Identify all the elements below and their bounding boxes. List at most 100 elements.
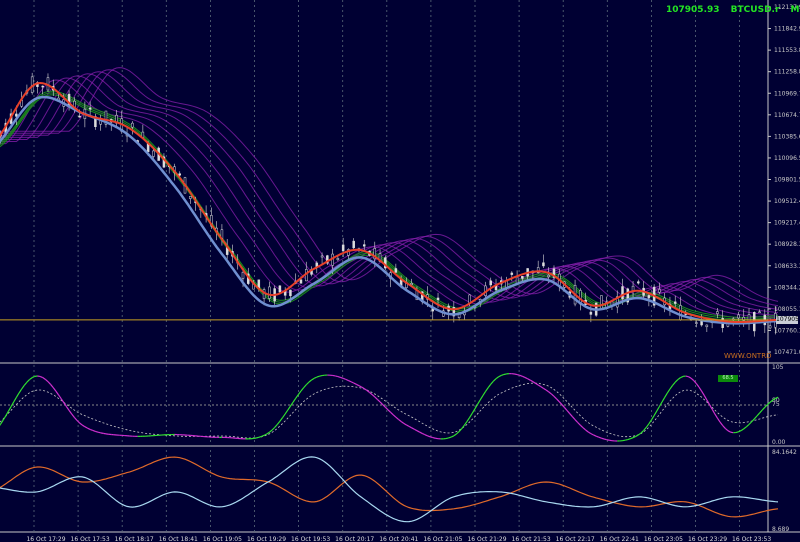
- candle-body: [589, 311, 593, 315]
- oscillator-segment: [685, 375, 689, 378]
- oscillator-value-tag: 68.5: [718, 375, 738, 382]
- time-axis-label: 16 Oct 21:05: [423, 536, 462, 542]
- current-price-label: 107905.93: [776, 315, 798, 324]
- oscillator-segment: [603, 438, 607, 441]
- price-axis-label: 110969.70: [774, 90, 800, 97]
- price-axis-label: 110674.70: [774, 112, 800, 119]
- time-axis-label: 16 Oct 18:17: [115, 536, 154, 542]
- oscillator-segment: [258, 435, 262, 438]
- candle-body: [268, 286, 271, 299]
- price-axis-label: 109512.40: [774, 198, 800, 205]
- oscillator-axis-label: 0.00: [772, 439, 786, 446]
- time-axis-label: 16 Oct 23:53: [732, 536, 771, 542]
- oscillator-segment: [432, 437, 436, 439]
- time-axis-label: 16 Oct 19:53: [291, 536, 330, 542]
- time-axis-label: 16 Oct 17:53: [71, 536, 110, 542]
- candle-body: [336, 258, 340, 261]
- candle-body: [152, 150, 155, 157]
- oscillator-segment: [445, 437, 449, 440]
- oscillator-segment: [100, 432, 104, 434]
- ticker-price: 107905.93: [666, 5, 720, 15]
- oscillator-axis-label: 105: [772, 364, 784, 371]
- candle-body: [600, 295, 603, 310]
- time-axis-label: 16 Oct 23:05: [644, 536, 683, 542]
- candle-body: [178, 173, 182, 176]
- oscillator-segment: [601, 437, 605, 440]
- time-axis-label: 16 Oct 19:29: [247, 536, 286, 542]
- chart-background: [0, 0, 800, 542]
- oscillator-segment: [730, 431, 734, 434]
- oscillator-segment: [95, 430, 99, 433]
- price-axis-label: 111258.80: [774, 69, 800, 76]
- price-axis-label: 107471.00: [774, 349, 800, 356]
- time-axis-label: 16 Oct 23:29: [688, 536, 727, 542]
- candle-body: [362, 244, 366, 247]
- candle-body: [637, 281, 640, 284]
- candle-body: [88, 107, 92, 110]
- candle-body: [647, 295, 651, 299]
- candle-body: [78, 115, 81, 118]
- candle-body: [299, 279, 303, 284]
- time-axis-label: 16 Oct 22:41: [600, 536, 639, 542]
- oscillator-segment: [429, 436, 433, 439]
- candle-body: [705, 324, 709, 328]
- oscillator-axis-label: 75: [772, 401, 780, 408]
- candle-body: [436, 297, 440, 301]
- candle-body: [737, 314, 740, 319]
- oscillator2-axis-label: 8.689: [772, 526, 789, 533]
- price-axis-label: 111553.80: [774, 47, 800, 54]
- candle-body: [768, 325, 772, 329]
- price-axis-label: 109801.50: [774, 177, 800, 184]
- time-axis-label: 16 Oct 20:17: [335, 536, 374, 542]
- trading-chart: 16 Oct 17:29 16 Oct 17:53 16 Oct 18:17 16 O…: [0, 0, 800, 542]
- time-axis-label: 16 Oct 17:29: [26, 536, 65, 542]
- oscillator-segment: [97, 431, 101, 434]
- candle-body: [621, 286, 624, 300]
- candle-body: [695, 322, 698, 324]
- price-axis-label: 111842.90: [774, 26, 800, 33]
- time-axis-label: 16 Oct 21:53: [512, 536, 551, 542]
- candle-body: [716, 311, 719, 314]
- oscillator-segment: [514, 373, 518, 376]
- candle-body: [341, 244, 345, 251]
- candle-body: [468, 294, 471, 304]
- candle-body: [521, 276, 524, 279]
- candle-body: [289, 289, 292, 297]
- candle-body: [658, 289, 661, 293]
- ticker-header: 107905.93 BTCUSD.r M1: [666, 5, 800, 15]
- oscillator2-axis-label: 84.1642: [772, 449, 797, 456]
- oscillator-segment: [625, 438, 628, 441]
- price-axis-label: 109217.40: [774, 220, 800, 227]
- time-axis-label: 16 Oct 21:29: [467, 536, 506, 542]
- candle-body: [320, 255, 324, 258]
- oscillator-segment: [337, 376, 341, 378]
- price-axis-label: 110385.60: [774, 133, 800, 140]
- time-axis-label: 16 Oct 19:05: [203, 536, 242, 542]
- candle-body: [758, 311, 761, 313]
- oscillator-segment: [627, 438, 631, 441]
- time-axis-label: 16 Oct 18:41: [159, 536, 198, 542]
- candle-body: [41, 85, 44, 88]
- candle-body: [679, 305, 682, 321]
- oscillator-segment: [335, 375, 339, 378]
- candle-body: [542, 262, 545, 267]
- ticker-timeframe: M1: [790, 5, 800, 15]
- oscillator-segment: [735, 431, 739, 434]
- candle-body: [673, 301, 677, 304]
- oscillator-segment: [516, 373, 520, 376]
- price-axis-label: 108928.30: [774, 241, 800, 248]
- price-axis-label: 107760.10: [774, 327, 800, 334]
- time-axis-label: 16 Oct 22:17: [556, 536, 595, 542]
- oscillator-segment: [503, 373, 507, 376]
- time-axis-label: 16 Oct 20:41: [379, 536, 418, 542]
- candle-body: [131, 122, 134, 128]
- candle-body: [410, 283, 413, 285]
- price-axis-label: 110096.50: [774, 155, 800, 162]
- candle-body: [241, 272, 245, 279]
- candle-body: [489, 280, 492, 286]
- oscillator-segment: [319, 374, 323, 377]
- candle-body: [547, 274, 550, 278]
- candle-body: [510, 272, 514, 275]
- watermark: WWW.ONTRD: [724, 352, 772, 360]
- candle-body: [394, 268, 398, 273]
